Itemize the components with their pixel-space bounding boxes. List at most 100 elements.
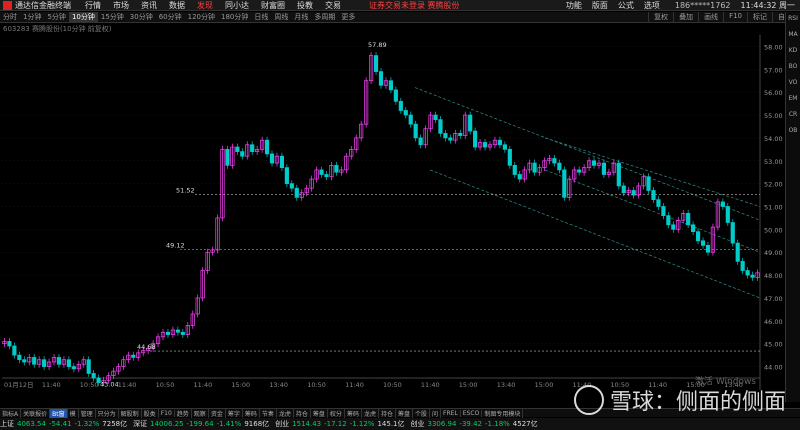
x-tick-label: 10:50 bbox=[156, 381, 175, 389]
period-tab[interactable]: 月线 bbox=[291, 12, 311, 22]
indicator-tab[interactable]: 观察 bbox=[192, 408, 209, 418]
index-change: -199.64 bbox=[186, 420, 214, 428]
index-item[interactable]: 上证 4063.54 -54.41 -1.32% 7258亿 bbox=[0, 419, 130, 429]
menu-item[interactable]: 财富圈 bbox=[261, 1, 285, 10]
title-right-item[interactable]: 功能 bbox=[566, 1, 582, 10]
indicator-tab[interactable]: 筹码 bbox=[243, 408, 260, 418]
y-tick-label: 50.00 bbox=[764, 226, 783, 234]
trade-notice[interactable]: 证券交易未登录 赛腾股份 bbox=[369, 0, 460, 11]
period-tab[interactable]: 更多 bbox=[338, 12, 358, 22]
indicator-tab[interactable]: ESCO bbox=[461, 409, 483, 417]
menu-item[interactable]: 市场 bbox=[113, 1, 129, 10]
indicator-tab[interactable]: 权分 bbox=[328, 408, 345, 418]
y-tick-label: 53.00 bbox=[764, 158, 783, 166]
toolbar-button[interactable]: VO bbox=[788, 79, 798, 89]
indicator-tab[interactable]: Bt窗 bbox=[50, 408, 68, 418]
indicator-tab[interactable]: FREL bbox=[441, 409, 461, 417]
candle-body bbox=[616, 162, 621, 187]
index-value: 1514.43 bbox=[292, 420, 322, 428]
indicator-tab[interactable]: F10 bbox=[159, 409, 175, 417]
period-tab[interactable]: 30分钟 bbox=[127, 12, 156, 22]
title-right-item[interactable]: 公式 bbox=[618, 1, 634, 10]
menu-item[interactable]: 交易 bbox=[325, 1, 341, 10]
indicator-tab[interactable]: 趋势 bbox=[175, 408, 192, 418]
period-tab[interactable]: 日线 bbox=[251, 12, 271, 22]
indicator-tab[interactable]: 持仓 bbox=[294, 408, 311, 418]
period-tab[interactable]: 120分钟 bbox=[185, 12, 218, 22]
menu-item[interactable]: 数据 bbox=[169, 1, 185, 10]
candle-body bbox=[403, 110, 408, 116]
period-tab[interactable]: 5分钟 bbox=[44, 12, 68, 22]
candle-body bbox=[473, 130, 478, 148]
index-name: 上证 bbox=[0, 420, 14, 428]
indicator-tab[interactable]: 制图专用模块 bbox=[482, 408, 524, 418]
period-tab[interactable]: 周线 bbox=[271, 12, 291, 22]
chart-tool-tab[interactable]: F10 bbox=[723, 12, 747, 22]
indicator-tab[interactable]: 龙虎 bbox=[362, 408, 379, 418]
chart-tool-tab[interactable]: 叠加 bbox=[673, 12, 698, 22]
indicator-tab[interactable]: 模 bbox=[68, 408, 79, 418]
candle-body bbox=[740, 261, 745, 271]
chart-tool-tab[interactable]: 画线 bbox=[698, 12, 723, 22]
menu-item[interactable]: 投教 bbox=[297, 1, 313, 10]
indicator-tab[interactable]: 筹盘 bbox=[311, 408, 328, 418]
indicator-tab[interactable]: 筹码 bbox=[345, 408, 362, 418]
indicator-tab[interactable]: 关联报价 bbox=[21, 408, 51, 418]
toolbar-button[interactable]: BO bbox=[788, 63, 798, 73]
y-tick-label: 47.00 bbox=[764, 295, 783, 303]
chart-tool-tab[interactable]: 复权 bbox=[648, 12, 673, 22]
x-tick-label: 11:40 bbox=[118, 381, 137, 389]
indicator-tab[interactable]: 筹盘 bbox=[396, 408, 413, 418]
indicator-tab[interactable]: 节奏 bbox=[260, 408, 277, 418]
toolbar-button[interactable]: EM bbox=[788, 95, 798, 105]
indicator-tab[interactable]: 解股制 bbox=[119, 408, 142, 418]
chart-tool-tab[interactable]: 标记 bbox=[747, 12, 772, 22]
candle-body bbox=[289, 183, 294, 189]
y-tick-label: 49.00 bbox=[764, 249, 783, 257]
period-tab[interactable]: 10分钟 bbox=[68, 12, 98, 22]
title-right-item[interactable]: 选项 bbox=[644, 1, 660, 10]
indicator-tab[interactable]: 管理 bbox=[79, 408, 96, 418]
x-tick-label: 13:40 bbox=[269, 381, 288, 389]
indicator-tab[interactable]: 持仓 bbox=[379, 408, 396, 418]
indicator-tab[interactable]: 只分为 bbox=[96, 408, 119, 418]
toolbar-button[interactable]: KD bbox=[788, 47, 798, 57]
trend-channel-line bbox=[414, 87, 761, 221]
candle-body bbox=[433, 114, 438, 120]
toolbar-button[interactable]: OB bbox=[788, 127, 798, 137]
period-tab[interactable]: 180分钟 bbox=[218, 12, 251, 22]
indicator-tab[interactable]: 筹字 bbox=[226, 408, 243, 418]
period-tab[interactable]: 多周期 bbox=[311, 12, 338, 22]
period-tab[interactable]: 15分钟 bbox=[98, 12, 127, 22]
toolbar-button[interactable]: RSI bbox=[788, 15, 798, 25]
user-phone[interactable]: 186*****1762 bbox=[675, 1, 731, 10]
price-annotation: 51.52 bbox=[176, 187, 195, 195]
app-title: 通达信金融终端 bbox=[15, 0, 71, 10]
indicator-tab[interactable]: 龙虎 bbox=[277, 408, 294, 418]
candle-body bbox=[240, 151, 245, 157]
indicator-tab[interactable]: 指标A bbox=[0, 408, 22, 418]
watermark-text: 雪球：侧面的侧面 bbox=[609, 390, 786, 415]
indicator-tab[interactable]: 问 bbox=[430, 408, 442, 418]
period-tab[interactable]: 分时 bbox=[0, 12, 20, 22]
menu-item[interactable]: 发现 bbox=[197, 1, 213, 10]
candle-body bbox=[131, 354, 136, 358]
toolbar-button[interactable]: CR bbox=[788, 111, 798, 121]
menu-item[interactable]: 资讯 bbox=[141, 1, 157, 10]
indicator-tab[interactable]: 股类 bbox=[142, 408, 159, 418]
index-item[interactable]: 创业 1514.43 -17.12 -1.12% 145.1亿 bbox=[275, 419, 407, 429]
toolbar-button[interactable]: MA bbox=[788, 31, 798, 41]
candlestick-chart[interactable]: 44.00 45.00 46.00 47.00 48.00 49.00 50.00 51.00… bbox=[0, 33, 800, 393]
candle-body bbox=[621, 185, 626, 194]
period-tab[interactable]: 60分钟 bbox=[156, 12, 185, 22]
watermark: 雪球：侧面的侧面 bbox=[573, 384, 786, 416]
period-tab[interactable]: 1分钟 bbox=[20, 12, 44, 22]
index-item[interactable]: 创业 3306.94 -39.42 -1.18% 4527亿 bbox=[411, 419, 541, 429]
candle-body bbox=[532, 162, 537, 173]
indicator-tab[interactable]: 资金 bbox=[209, 408, 226, 418]
indicator-tab[interactable]: 个股 bbox=[413, 408, 431, 418]
title-right-item[interactable]: 版面 bbox=[592, 1, 608, 10]
menu-item[interactable]: 行情 bbox=[85, 1, 101, 10]
menu-item[interactable]: 同小达 bbox=[225, 1, 249, 10]
index-item[interactable]: 深证 14006.25 -199.64 -1.41% 9168亿 bbox=[133, 419, 272, 429]
